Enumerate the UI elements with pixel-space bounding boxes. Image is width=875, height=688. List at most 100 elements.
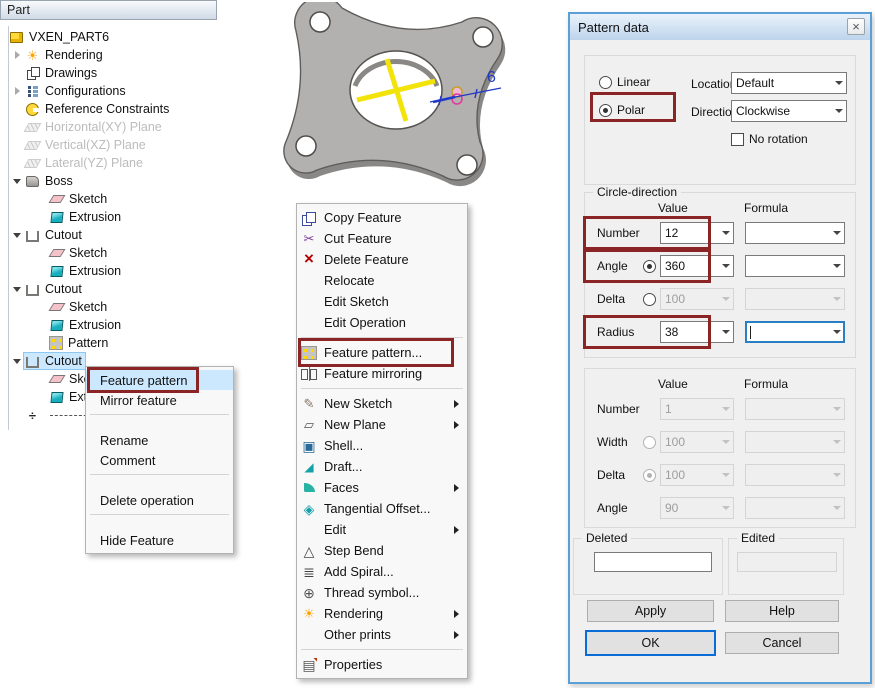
tree-expander-icon[interactable] bbox=[10, 228, 24, 242]
tree-item-hit-area[interactable]: Extrusion bbox=[48, 317, 124, 333]
tree-item-sketch[interactable]: Sketch bbox=[0, 244, 217, 262]
help-button[interactable]: Help bbox=[725, 600, 839, 622]
model-viewport[interactable]: 6 bbox=[283, 2, 523, 192]
menu-item-properties[interactable]: Properties bbox=[297, 654, 467, 675]
menu-item-shell[interactable]: Shell... bbox=[297, 435, 467, 456]
direction-combo[interactable]: Clockwise bbox=[731, 100, 847, 122]
tree-expander-icon[interactable] bbox=[34, 336, 48, 350]
tree-item-hit-area[interactable]: Sketch bbox=[48, 245, 110, 261]
polar-radio-option[interactable]: Polar bbox=[599, 103, 645, 117]
menu-item-draft[interactable]: Draft... bbox=[297, 456, 467, 477]
param-formula-combo[interactable] bbox=[745, 288, 845, 310]
param-value-combo[interactable]: 38 bbox=[660, 321, 734, 343]
tree-item-hit-area[interactable]: Vertical(XZ) Plane bbox=[24, 137, 149, 153]
tree-item-hit-area[interactable]: Extrusion bbox=[48, 263, 124, 279]
tree-item-hit-area[interactable]: Reference Constraints bbox=[24, 101, 172, 117]
menu-item-faces[interactable]: Faces bbox=[297, 477, 467, 498]
param-value-combo[interactable]: 360 bbox=[660, 255, 734, 277]
tree-item-hit-area[interactable]: Cutout bbox=[23, 352, 86, 370]
menu-item-step-bend[interactable]: Step Bend bbox=[297, 540, 467, 561]
tree-item-rendering[interactable]: Rendering bbox=[0, 46, 217, 64]
param-formula-combo[interactable] bbox=[745, 321, 845, 343]
tree-item-cutout[interactable]: Cutout bbox=[0, 280, 217, 298]
tree-item-hit-area[interactable]: VXEN_PART6 bbox=[8, 29, 112, 45]
radio-icon[interactable] bbox=[599, 75, 612, 89]
param-radio-icon[interactable] bbox=[643, 259, 656, 273]
param-formula-combo[interactable] bbox=[745, 255, 845, 277]
tree-item-extrusion[interactable]: Extrusion bbox=[0, 262, 217, 280]
cancel-button[interactable]: Cancel bbox=[725, 632, 839, 654]
tree-item-hit-area[interactable]: Cutout bbox=[24, 281, 85, 297]
tree-expander-icon[interactable] bbox=[10, 408, 24, 422]
menu-item-edit-operation[interactable]: Edit Operation bbox=[297, 312, 467, 333]
tree-item-hit-area[interactable] bbox=[24, 407, 48, 423]
tree-item-hit-area[interactable]: Sketch bbox=[48, 191, 110, 207]
tree-expander-icon[interactable] bbox=[10, 174, 24, 188]
tree-expander-icon[interactable] bbox=[34, 300, 48, 314]
tree-item-cutout[interactable]: Cutout bbox=[0, 226, 217, 244]
menu-item-other-prints[interactable]: Other prints bbox=[297, 624, 467, 645]
tree-expander-icon[interactable] bbox=[10, 84, 24, 98]
ok-button[interactable]: OK bbox=[585, 630, 716, 656]
param-radio-icon[interactable] bbox=[643, 292, 656, 306]
tree-expander-icon[interactable] bbox=[34, 390, 48, 404]
radio-icon[interactable] bbox=[599, 103, 612, 117]
tree-expander-icon[interactable] bbox=[10, 354, 24, 368]
tree-expander-icon[interactable] bbox=[10, 156, 24, 170]
menu-item-new-sketch[interactable]: New Sketch bbox=[297, 393, 467, 414]
tree-item-hit-area[interactable]: Drawings bbox=[24, 65, 100, 81]
tree-item-pattern[interactable]: Pattern bbox=[0, 334, 217, 352]
menu-item-thread-symbol[interactable]: Thread symbol... bbox=[297, 582, 467, 603]
no-rotation-option[interactable]: No rotation bbox=[731, 132, 808, 146]
menu-item-mirror-feature[interactable]: Mirror feature bbox=[86, 390, 233, 410]
param-formula-combo[interactable] bbox=[745, 222, 845, 244]
tree-expander-icon[interactable] bbox=[10, 282, 24, 296]
tree-item-lateral-yz-plane[interactable]: Lateral(YZ) Plane bbox=[0, 154, 217, 172]
menu-item-hide-feature[interactable]: Hide Feature bbox=[86, 530, 233, 550]
tree-item-drawings[interactable]: Drawings bbox=[0, 64, 217, 82]
tree-expander-icon[interactable] bbox=[10, 138, 24, 152]
tree-item-sketch[interactable]: Sketch bbox=[0, 190, 217, 208]
tree-item-hit-area[interactable]: Lateral(YZ) Plane bbox=[24, 155, 146, 171]
tree-item-sketch[interactable]: Sketch bbox=[0, 298, 217, 316]
tree-item-reference-constraints[interactable]: Reference Constraints bbox=[0, 100, 217, 118]
dialog-titlebar[interactable]: Pattern data × bbox=[570, 14, 870, 40]
tree-item-vertical-xz-plane[interactable]: Vertical(XZ) Plane bbox=[0, 136, 217, 154]
menu-item-cut-feature[interactable]: Cut Feature bbox=[297, 228, 467, 249]
tree-item-extrusion[interactable]: Extrusion bbox=[0, 316, 217, 334]
tree-expander-icon[interactable] bbox=[34, 246, 48, 260]
menu-item-rendering[interactable]: Rendering bbox=[297, 603, 467, 624]
menu-item-feature-pattern[interactable]: Feature pattern bbox=[86, 367, 233, 393]
tree-item-hit-area[interactable]: Extrusion bbox=[48, 209, 124, 225]
location-combo[interactable]: Default bbox=[731, 72, 847, 94]
tree-expander-icon[interactable] bbox=[34, 192, 48, 206]
menu-item-edit-sketch[interactable]: Edit Sketch bbox=[297, 291, 467, 312]
tree-expander-icon[interactable] bbox=[10, 120, 24, 134]
tree-item-hit-area[interactable]: Boss bbox=[24, 173, 76, 189]
menu-item-add-spiral[interactable]: Add Spiral... bbox=[297, 561, 467, 582]
tree-expander-icon[interactable] bbox=[10, 66, 24, 80]
checkbox-icon[interactable] bbox=[731, 132, 744, 146]
tree-item-vxen-part6[interactable]: VXEN_PART6 bbox=[0, 28, 217, 46]
param-value-combo[interactable]: 100 bbox=[660, 288, 734, 310]
tree-expander-icon[interactable] bbox=[34, 372, 48, 386]
part-3d-model[interactable]: 6 bbox=[283, 2, 506, 187]
tree-expander-icon[interactable] bbox=[34, 318, 48, 332]
menu-item-copy-feature[interactable]: Copy Feature bbox=[297, 207, 467, 228]
tree-item-hit-area[interactable]: Pattern bbox=[48, 335, 111, 351]
tree-item-hit-area[interactable]: Rendering bbox=[24, 47, 106, 63]
menu-item-delete-operation[interactable]: Delete operation bbox=[86, 490, 233, 510]
tree-item-hit-area[interactable]: Cutout bbox=[24, 227, 85, 243]
linear-radio-option[interactable]: Linear bbox=[599, 75, 650, 89]
tree-item-extrusion[interactable]: Extrusion bbox=[0, 208, 217, 226]
tree-item-hit-area[interactable]: Configurations bbox=[24, 83, 129, 99]
tree-expander-icon[interactable] bbox=[34, 264, 48, 278]
menu-item-new-plane[interactable]: New Plane bbox=[297, 414, 467, 435]
menu-item-edit[interactable]: Edit bbox=[297, 519, 467, 540]
tree-item-horizontal-xy-plane[interactable]: Horizontal(XY) Plane bbox=[0, 118, 217, 136]
menu-item-tangential-offset[interactable]: Tangential Offset... bbox=[297, 498, 467, 519]
menu-item-rename[interactable]: Rename bbox=[86, 430, 233, 450]
apply-button[interactable]: Apply bbox=[587, 600, 714, 622]
menu-item-feature-mirroring[interactable]: Feature mirroring bbox=[297, 363, 467, 384]
menu-item-delete-feature[interactable]: Delete Feature bbox=[297, 249, 467, 270]
